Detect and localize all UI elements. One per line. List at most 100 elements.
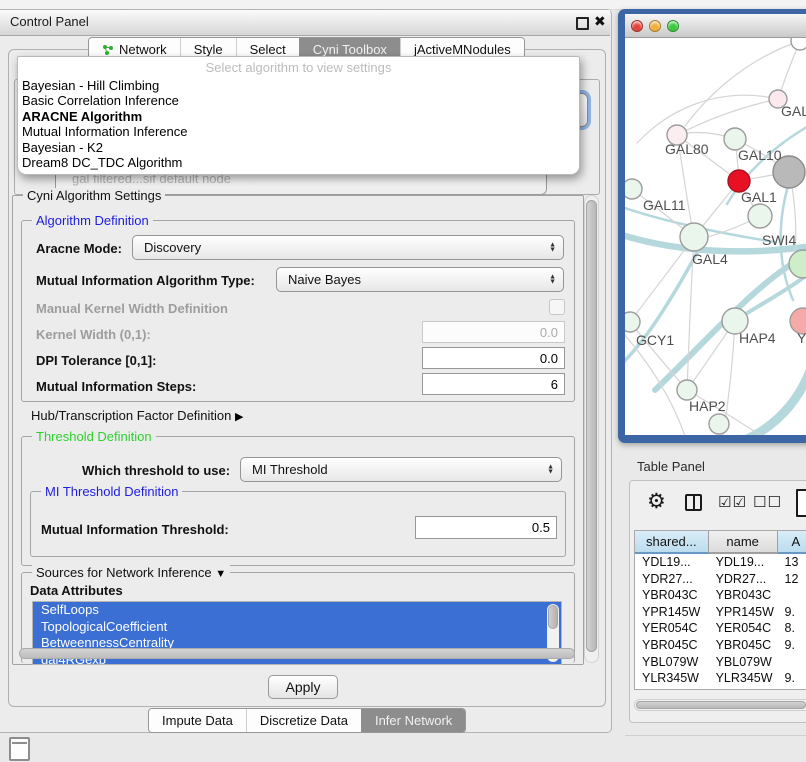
table-cell: YIL052C bbox=[709, 687, 778, 690]
split-view-icon[interactable] bbox=[685, 494, 702, 511]
column-header[interactable]: name bbox=[709, 531, 778, 554]
table-header-row: shared...nameA bbox=[635, 531, 806, 554]
network-node[interactable] bbox=[791, 38, 806, 50]
network-node[interactable] bbox=[748, 204, 772, 228]
table-row[interactable]: YIL052CYIL052C9. bbox=[635, 687, 806, 690]
data-attributes-label: Data Attributes bbox=[30, 583, 123, 598]
network-node[interactable] bbox=[625, 312, 640, 332]
tab-label: Network bbox=[119, 42, 167, 57]
mi-threshold-group: MI Threshold Definition Mutual Informati… bbox=[30, 491, 566, 557]
hub-tf-label: Hub/Transcription Factor Definition bbox=[31, 408, 231, 423]
close-icon[interactable]: ✖ bbox=[594, 13, 606, 30]
close-traffic-light-icon[interactable] bbox=[631, 20, 643, 32]
zoom-traffic-light-icon[interactable] bbox=[667, 20, 679, 32]
node-label: Y bbox=[797, 330, 806, 346]
network-canvas[interactable]: GALGAL80GAL10GAL1GAL11SWI4GAL4GCY1HAP4YH… bbox=[625, 38, 806, 435]
network-edge[interactable] bbox=[637, 95, 778, 143]
mi-threshold-label: Mutual Information Threshold: bbox=[41, 522, 229, 537]
table-hscrollbar[interactable] bbox=[634, 699, 806, 711]
mi-threshold-input[interactable] bbox=[415, 516, 557, 539]
table-cell bbox=[778, 654, 806, 671]
aracne-mode-value: Discovery bbox=[144, 240, 201, 255]
network-view-window[interactable]: GALGAL80GAL10GAL1GAL11SWI4GAL4GCY1HAP4YH… bbox=[618, 9, 806, 443]
network-node[interactable] bbox=[625, 179, 642, 199]
settings-hscrollbar-thumb[interactable] bbox=[19, 648, 575, 659]
export-table-icon[interactable] bbox=[796, 489, 806, 517]
table-cell: YDR27... bbox=[635, 571, 709, 588]
network-node[interactable] bbox=[677, 380, 697, 400]
table-row[interactable]: YDL19...YDL19...13 bbox=[635, 554, 806, 571]
aracne-mode-combobox[interactable]: Discovery ▲▼ bbox=[132, 235, 564, 260]
algorithm-option[interactable]: Bayesian - Hill Climbing bbox=[18, 78, 579, 93]
manual-kernel-checkbox[interactable] bbox=[549, 299, 565, 315]
table-cell: YBR045C bbox=[709, 637, 778, 654]
settings-vscrollbar-thumb[interactable] bbox=[586, 200, 597, 652]
control-panel-titlebar[interactable]: Control Panel ✖ bbox=[0, 10, 610, 36]
tab-infer-network[interactable]: Infer Network bbox=[361, 709, 465, 732]
table-panel-toolbar: ⚙ ☑☑ ☐☐ bbox=[630, 481, 806, 527]
column-header[interactable]: A bbox=[778, 531, 806, 554]
network-node[interactable] bbox=[789, 250, 806, 278]
attributes-scrollbar-thumb[interactable] bbox=[548, 605, 558, 629]
table-row[interactable]: YPR145WYPR145W9. bbox=[635, 604, 806, 621]
network-window-titlebar[interactable] bbox=[625, 14, 806, 38]
table-cell: YBR043C bbox=[709, 587, 778, 604]
table-cell: 12 bbox=[778, 571, 806, 588]
float-window-icon[interactable] bbox=[576, 17, 589, 30]
sources-title: Sources for Network Inference ▼ bbox=[32, 565, 230, 580]
minimized-panel-icon[interactable] bbox=[9, 737, 30, 761]
tab-label: Select bbox=[250, 42, 286, 57]
table-row[interactable]: YBL079WYBL079W bbox=[635, 654, 806, 671]
table-row[interactable]: YBR043CYBR043C bbox=[635, 587, 806, 604]
mi-type-combobox[interactable]: Naive Bayes ▲▼ bbox=[276, 267, 564, 292]
algorithm-option[interactable]: Basic Correlation Inference bbox=[18, 93, 579, 108]
minimize-traffic-light-icon[interactable] bbox=[649, 20, 661, 32]
table-row[interactable]: YER054CYER054C8. bbox=[635, 620, 806, 637]
which-threshold-combobox[interactable]: MI Threshold ▲▼ bbox=[240, 457, 562, 482]
table-cell: YBR045C bbox=[635, 637, 709, 654]
tab-impute-data[interactable]: Impute Data bbox=[149, 709, 246, 732]
expand-right-icon[interactable]: ▶ bbox=[235, 411, 243, 423]
table-hscrollbar-thumb[interactable] bbox=[636, 701, 806, 709]
network-node[interactable] bbox=[680, 223, 708, 251]
algorithm-option[interactable]: ARACNE Algorithm bbox=[18, 109, 579, 124]
tab-discretize-data[interactable]: Discretize Data bbox=[246, 709, 361, 732]
algorithm-option[interactable]: Dream8 DC_TDC Algorithm bbox=[18, 155, 579, 170]
hub-tf-definition-toggle[interactable]: Hub/Transcription Factor Definition ▶ bbox=[31, 408, 243, 423]
table-cell: YDR27... bbox=[709, 571, 778, 588]
node-label: GAL80 bbox=[665, 141, 709, 157]
dpi-tolerance-input[interactable] bbox=[422, 347, 565, 369]
dpi-tolerance-label: DPI Tolerance [0,1]: bbox=[36, 353, 156, 368]
collapse-down-icon[interactable]: ▼ bbox=[215, 568, 226, 580]
algorithm-dropdown-popup: Select algorithm to view settings Bayesi… bbox=[17, 56, 580, 175]
threshold-definition-group: Threshold Definition Which threshold to … bbox=[21, 436, 575, 566]
table-row[interactable]: YLR345WYLR345W9. bbox=[635, 670, 806, 687]
apply-button[interactable]: Apply bbox=[268, 675, 338, 699]
table-row[interactable]: YDR27...YDR27...12 bbox=[635, 571, 806, 588]
algorithm-option[interactable]: Bayesian - K2 bbox=[18, 140, 579, 155]
mi-steps-label: Mutual Information Steps: bbox=[36, 379, 196, 394]
gear-icon[interactable]: ⚙ bbox=[647, 490, 666, 514]
cyni-settings-group: Cyni Algorithm Settings Algorithm Defini… bbox=[12, 195, 584, 665]
node-table[interactable]: shared...nameA YDL19...YDL19...13YDR27..… bbox=[634, 530, 806, 690]
algorithm-option[interactable]: Mutual Information Inference bbox=[18, 124, 579, 139]
network-edge[interactable] bbox=[745, 368, 806, 435]
aracne-mode-label: Aracne Mode: bbox=[36, 241, 122, 256]
tab-label: Style bbox=[194, 42, 223, 57]
table-cell: 9. bbox=[778, 670, 806, 687]
tab-label: jActiveMNodules bbox=[414, 42, 511, 57]
mi-type-label: Mutual Information Algorithm Type: bbox=[36, 273, 255, 288]
deselect-all-checkboxes-icon[interactable]: ☐☐ bbox=[753, 493, 782, 511]
table-row[interactable]: YBR045CYBR045C9. bbox=[635, 637, 806, 654]
mi-steps-input[interactable] bbox=[422, 373, 565, 395]
node-label: GAL11 bbox=[643, 197, 686, 213]
kernel-width-label: Kernel Width (0,1): bbox=[36, 327, 151, 342]
settings-vscrollbar[interactable] bbox=[584, 195, 599, 663]
select-all-checkboxes-icon[interactable]: ☑☑ bbox=[718, 493, 747, 511]
which-threshold-label: Which threshold to use: bbox=[82, 463, 230, 478]
table-panel-title: Table Panel bbox=[637, 459, 705, 474]
network-node[interactable] bbox=[709, 414, 729, 434]
column-header[interactable]: shared... bbox=[635, 531, 709, 554]
attribute-item[interactable]: SelfLoops bbox=[33, 602, 561, 619]
attribute-item[interactable]: TopologicalCoefficient bbox=[33, 619, 561, 636]
